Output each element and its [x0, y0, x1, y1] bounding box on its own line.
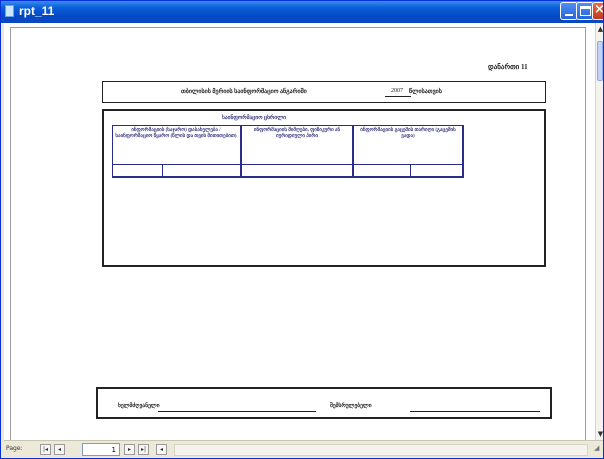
table-line: [410, 164, 411, 177]
title-bar: rpt_11 ×: [1, 1, 603, 23]
signature-line: [158, 411, 316, 412]
table-line: [462, 125, 464, 177]
resize-grip-icon[interactable]: ◢: [594, 444, 603, 456]
close-button[interactable]: ×: [592, 2, 604, 20]
report-viewport: დანართი 11 თბილისის მერიის საინფორმაციო …: [4, 23, 595, 440]
scroll-up-icon[interactable]: ▲: [596, 23, 603, 35]
maximize-icon: [580, 6, 591, 16]
horizontal-scrollbar[interactable]: [174, 444, 588, 456]
vertical-scrollbar[interactable]: ▲ ▼: [595, 23, 603, 440]
minimize-icon: [565, 14, 573, 16]
report-window: rpt_11 × დანართი 11 თბილისის მერიის საინ…: [0, 0, 604, 459]
report-year-suffix: წლისათვის: [409, 89, 442, 95]
signature-box: ხელმძღვანელი შემსრულებელი: [96, 387, 552, 419]
close-icon: ×: [594, 2, 604, 17]
scroll-thumb[interactable]: [597, 41, 603, 81]
window-title: rpt_11: [19, 4, 55, 18]
table-line: [112, 176, 464, 178]
report-main-box: საინფორმაციო ცხრილი ინფორმაციის (საჯარო)…: [102, 109, 546, 267]
table-line: [162, 164, 163, 177]
report-header-box: თბილისის მერიის საინფორმაციო ანგარიში 20…: [102, 81, 546, 103]
annex-label: დანართი 11: [488, 63, 528, 71]
column-header: ინფორმაციის მიმღები, ფიზიკური ან იურიდიუ…: [253, 128, 341, 139]
page-number-input[interactable]: 1: [82, 443, 120, 456]
column-header: ინფორმაციის გაცემის თარიღი (გაცემის ვადა…: [360, 128, 456, 139]
status-bar: Page: |◂ ◂ 1 ▸ ▸| ◂ ◢: [4, 440, 603, 458]
table-line: [240, 125, 242, 177]
last-page-button[interactable]: ▸|: [138, 444, 149, 455]
table-line: [352, 125, 354, 177]
table-line: [112, 125, 113, 177]
signature-label: ხელმძღვანელი: [118, 403, 160, 409]
page-label: Page:: [6, 445, 23, 452]
table-caption: საინფორმაციო ცხრილი: [222, 115, 286, 121]
report-header-text: თბილისის მერიის საინფორმაციო ანგარიში: [181, 89, 307, 95]
table-line: [112, 125, 464, 126]
scroll-left-button[interactable]: ◂: [156, 444, 167, 455]
signature-label: შემსრულებელი: [330, 403, 372, 409]
next-page-button[interactable]: ▸: [124, 444, 135, 455]
report-table: ინფორმაციის (საჯარო) დასახელება / საინფო…: [112, 125, 464, 178]
year-underline: [385, 96, 411, 97]
report-icon: [5, 5, 14, 17]
report-year: 2007: [391, 88, 403, 94]
table-line: [112, 164, 464, 165]
column-header: ინფორმაციის (საჯარო) დასახელება / საინფო…: [115, 128, 237, 139]
prev-page-button[interactable]: ◂: [54, 444, 65, 455]
first-page-button[interactable]: |◂: [40, 444, 51, 455]
signature-line: [410, 411, 540, 412]
scroll-down-icon[interactable]: ▼: [596, 428, 603, 440]
